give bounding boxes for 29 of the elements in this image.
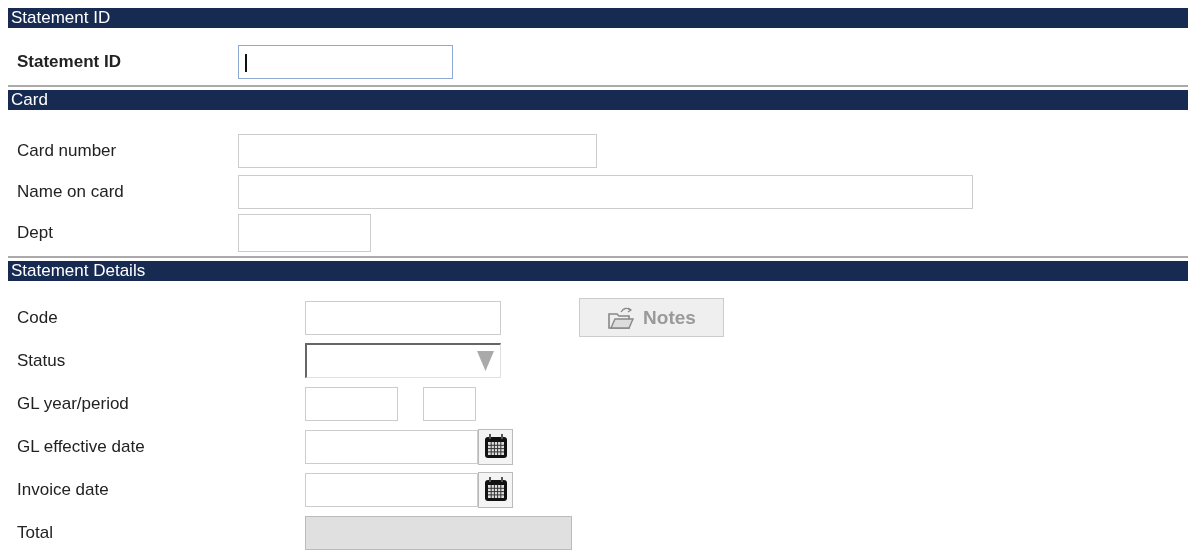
year-field[interactable] [305,386,398,421]
field-label: Invoice date [16,479,110,500]
calendar-button[interactable] [478,471,513,508]
field-label: Code [16,307,59,328]
status-dropdown[interactable] [305,343,501,378]
field-label: GL year/period [16,393,130,414]
period-field[interactable] [423,386,476,421]
date-field[interactable] [305,472,478,507]
calendar-icon [483,434,508,459]
field-label: Card number [16,140,118,161]
calendar-icon [483,477,508,502]
field-label: GL effective date [16,436,146,457]
text-field[interactable] [238,44,453,79]
calendar-button[interactable] [478,428,513,465]
field-label: Statement ID [16,51,122,72]
date-field[interactable] [305,429,478,464]
text-field[interactable] [238,213,371,252]
text-field[interactable] [238,174,973,209]
field-label: Total [16,522,54,543]
field-label: Name on card [16,181,125,202]
text-field[interactable] [305,300,501,335]
folder-icon [607,305,636,330]
field-label: Status [16,350,67,371]
section-header: Card [8,90,1188,110]
field-label: Dept [16,222,54,243]
section-header: Statement ID [8,8,1188,28]
text-field[interactable] [238,133,597,168]
caret-icon [477,351,494,371]
section-header: Statement Details [8,261,1188,281]
